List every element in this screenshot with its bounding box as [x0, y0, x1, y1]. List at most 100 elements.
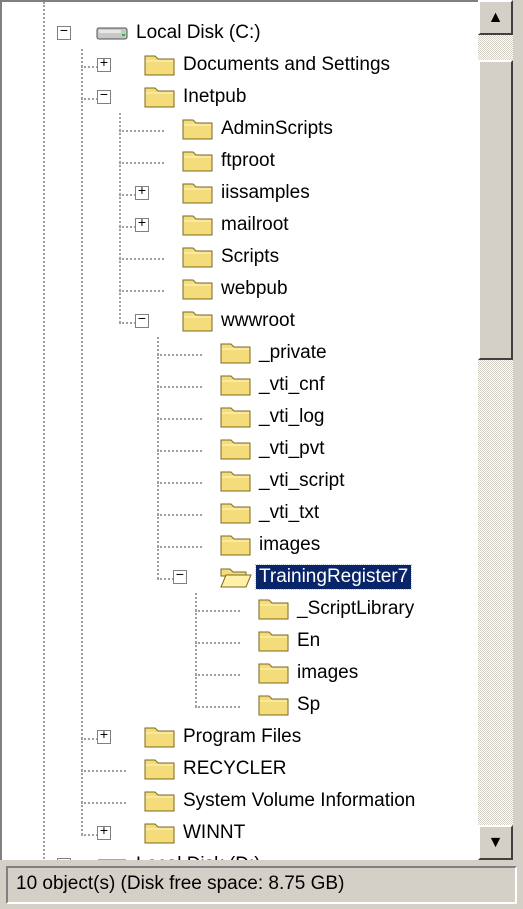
tree-node-label[interactable]: iissamples: [218, 181, 313, 205]
tree-node[interactable]: _vti_script: [2, 465, 472, 497]
tree-node-label[interactable]: images: [294, 661, 361, 685]
folder-icon: [144, 789, 176, 813]
collapse-minus-icon[interactable]: −: [135, 313, 149, 328]
tree-node[interactable]: ftproot: [2, 145, 472, 177]
scroll-down-button[interactable]: ▼: [478, 825, 513, 860]
tree-node-label[interactable]: Local Disk (C:): [133, 21, 264, 45]
tree-node-label[interactable]: WINNT: [180, 821, 248, 845]
tree-node-label[interactable]: Inetpub: [180, 85, 249, 109]
folder-icon: [182, 277, 214, 301]
tree-node[interactable]: + mailroot: [2, 209, 472, 241]
folder-icon: [220, 469, 252, 493]
folder-icon: [220, 373, 252, 397]
tree-node[interactable]: − Local Disk (D:): [2, 849, 472, 860]
scroll-thumb[interactable]: [478, 60, 513, 360]
folder-icon: [144, 725, 176, 749]
folder-icon: [220, 405, 252, 429]
tree-node[interactable]: − Local Disk (C:): [2, 17, 472, 49]
status-text: 10 object(s) (Disk free space: 8.75 GB): [6, 866, 517, 904]
folder-icon: [258, 661, 290, 685]
folder-tree[interactable]: − Local Disk (C:) + Documents and Settings −…: [0, 0, 523, 860]
expand-plus-icon[interactable]: +: [97, 57, 111, 72]
tree-node[interactable]: + iissamples: [2, 177, 472, 209]
folder-icon: [182, 309, 214, 333]
tree-node[interactable]: + Documents and Settings: [2, 49, 472, 81]
status-bar: 10 object(s) (Disk free space: 8.75 GB): [0, 862, 523, 909]
tree-node-label[interactable]: wwwroot: [218, 309, 298, 333]
tree-node-label[interactable]: AdminScripts: [218, 117, 336, 141]
collapse-minus-icon[interactable]: −: [97, 89, 111, 104]
folder-icon: [258, 693, 290, 717]
tree-node-label[interactable]: En: [294, 629, 323, 653]
tree-node-label[interactable]: Documents and Settings: [180, 53, 393, 77]
expand-plus-icon[interactable]: +: [97, 825, 111, 840]
folder-icon: [220, 437, 252, 461]
drive-icon: [96, 21, 128, 45]
folder-icon: [144, 757, 176, 781]
expand-plus-icon[interactable]: +: [135, 217, 149, 232]
tree-node-label[interactable]: _vti_txt: [256, 501, 322, 525]
folder-icon: [220, 501, 252, 525]
tree-node[interactable]: − TrainingRegister7: [2, 561, 472, 593]
folder-icon: [258, 597, 290, 621]
tree-node[interactable]: RECYCLER: [2, 753, 472, 785]
open-folder-icon: [220, 565, 252, 589]
tree-node[interactable]: _private: [2, 337, 472, 369]
tree-node-label[interactable]: _vti_pvt: [256, 437, 327, 461]
tree-node-label[interactable]: images: [256, 533, 323, 557]
folder-icon: [182, 213, 214, 237]
folder-icon: [144, 85, 176, 109]
folder-icon: [220, 341, 252, 365]
tree-node[interactable]: webpub: [2, 273, 472, 305]
tree-node-label[interactable]: mailroot: [218, 213, 292, 237]
tree-node-label[interactable]: _vti_log: [256, 405, 328, 429]
tree-node[interactable]: _vti_log: [2, 401, 472, 433]
tree-node-label[interactable]: _private: [256, 341, 330, 365]
tree-node[interactable]: _vti_pvt: [2, 433, 472, 465]
tree-node[interactable]: _vti_txt: [2, 497, 472, 529]
tree-node[interactable]: En: [2, 625, 472, 657]
tree-node-label[interactable]: Sp: [294, 693, 323, 717]
tree-node[interactable]: images: [2, 657, 472, 689]
tree-node-label[interactable]: Local Disk (D:): [133, 853, 264, 860]
folder-icon: [258, 629, 290, 653]
tree-node[interactable]: + WINNT: [2, 817, 472, 849]
folder-icon: [182, 117, 214, 141]
down-arrow-icon: ▼: [487, 833, 504, 851]
collapse-minus-icon[interactable]: −: [57, 25, 71, 40]
tree-node-label[interactable]: System Volume Information: [180, 789, 418, 813]
tree-node-label[interactable]: webpub: [218, 277, 291, 301]
tree-node-label[interactable]: ftproot: [218, 149, 278, 173]
folder-icon: [182, 149, 214, 173]
folder-icon: [220, 533, 252, 557]
scroll-up-button[interactable]: ▲: [478, 0, 513, 35]
expand-plus-icon[interactable]: +: [135, 185, 149, 200]
tree-node[interactable]: _ScriptLibrary: [2, 593, 472, 625]
collapse-minus-icon[interactable]: −: [57, 857, 71, 860]
tree-node-label[interactable]: _ScriptLibrary: [294, 597, 417, 621]
tree-node-label[interactable]: TrainingRegister7: [254, 564, 413, 590]
up-arrow-icon: ▲: [487, 8, 504, 26]
tree-node[interactable]: AdminScripts: [2, 113, 472, 145]
tree-node[interactable]: + Program Files: [2, 721, 472, 753]
collapse-minus-icon[interactable]: −: [173, 569, 187, 584]
tree-node[interactable]: Scripts: [2, 241, 472, 273]
tree-node[interactable]: images: [2, 529, 472, 561]
vertical-scrollbar[interactable]: ▲ ▼: [478, 0, 513, 860]
tree-node[interactable]: System Volume Information: [2, 785, 472, 817]
drive-icon: [96, 853, 128, 860]
tree-node[interactable]: _vti_cnf: [2, 369, 472, 401]
expand-plus-icon[interactable]: +: [97, 729, 111, 744]
window-edge: [513, 0, 523, 860]
tree-node-label[interactable]: _vti_script: [256, 469, 348, 493]
folder-icon: [144, 821, 176, 845]
tree-node[interactable]: − Inetpub: [2, 81, 472, 113]
tree-node[interactable]: Sp: [2, 689, 472, 721]
folder-icon: [182, 181, 214, 205]
tree-node[interactable]: − wwwroot: [2, 305, 472, 337]
tree-node-label[interactable]: Program Files: [180, 725, 304, 749]
folder-icon: [144, 53, 176, 77]
tree-node-label[interactable]: Scripts: [218, 245, 282, 269]
tree-node-label[interactable]: RECYCLER: [180, 757, 289, 781]
tree-node-label[interactable]: _vti_cnf: [256, 373, 327, 397]
